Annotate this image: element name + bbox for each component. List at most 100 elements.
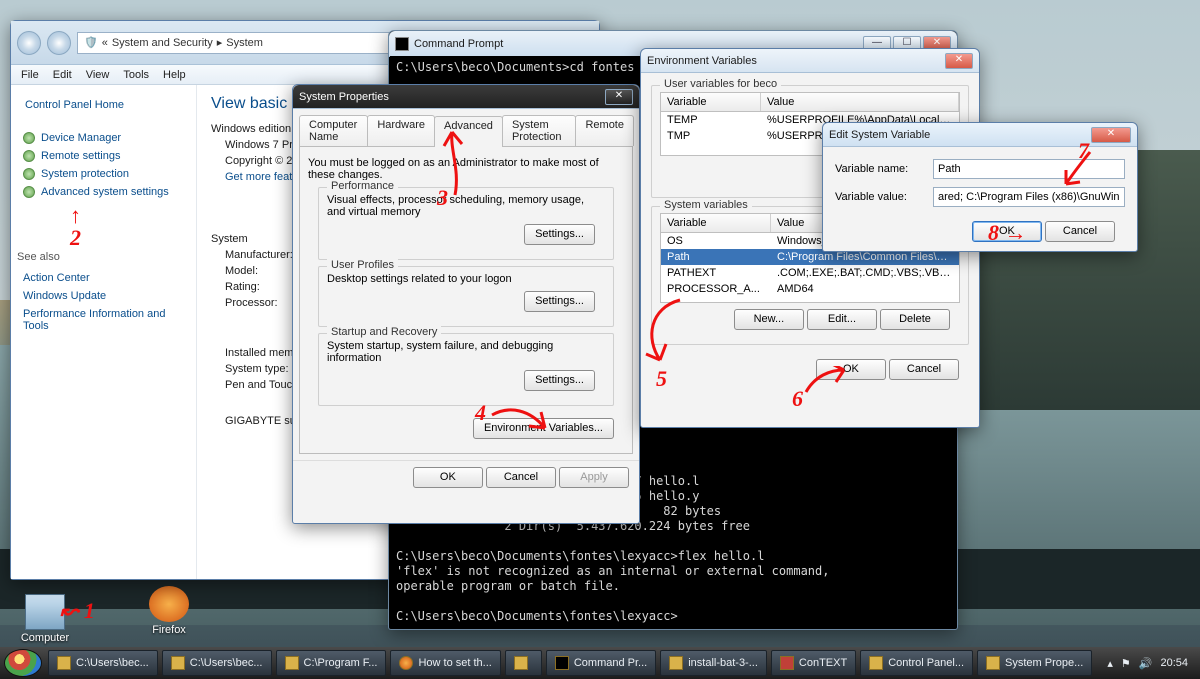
col-variable[interactable]: Variable [661, 214, 771, 232]
taskbar-app-icon [171, 656, 185, 670]
window-title: System Properties [299, 91, 605, 103]
breadcrumb-item[interactable]: System [226, 37, 263, 49]
nav-back-button[interactable] [17, 31, 41, 55]
desktop-icon-firefox[interactable]: Firefox [138, 586, 200, 636]
variable-name-label: Variable name: [835, 163, 925, 175]
taskbar-app-icon [399, 656, 413, 670]
group-legend: User variables for beco [660, 78, 781, 90]
sys-new-button[interactable]: New... [734, 309, 804, 330]
system-tray[interactable]: ▴ ⚑ 🔊 20:54 [1099, 657, 1196, 670]
tab-remote[interactable]: Remote [575, 115, 634, 146]
see-also-windows-update[interactable]: Windows Update [17, 287, 190, 305]
apply-button[interactable]: Apply [559, 467, 629, 488]
cancel-button[interactable]: Cancel [889, 359, 959, 380]
start-button[interactable] [4, 649, 42, 677]
taskbar-button[interactable]: C:\Users\bec... [162, 650, 272, 676]
menu-help[interactable]: Help [163, 69, 186, 81]
ok-button[interactable]: OK [816, 359, 886, 380]
group-text: Visual effects, processor scheduling, me… [327, 194, 605, 218]
group-legend: Startup and Recovery [327, 326, 441, 338]
tab-advanced[interactable]: Advanced [434, 116, 503, 147]
taskbar-app-icon [869, 656, 883, 670]
taskbar-button[interactable]: C:\Users\bec... [48, 650, 158, 676]
ok-button[interactable]: OK [972, 221, 1042, 242]
sidebar-home-link[interactable]: Control Panel Home [25, 99, 182, 111]
col-value[interactable]: Value [761, 93, 959, 111]
performance-settings-button[interactable]: Settings... [524, 224, 595, 245]
breadcrumb-item[interactable]: System and Security [112, 37, 213, 49]
shield-icon [23, 132, 35, 144]
desktop-icon-label: Computer [14, 632, 76, 644]
taskbar-button[interactable]: System Prope... [977, 650, 1092, 676]
close-button[interactable]: ✕ [1091, 127, 1131, 143]
taskbar-button[interactable] [505, 650, 542, 676]
sidebar-item-advanced-system-settings[interactable]: Advanced system settings [17, 183, 190, 201]
table-row[interactable]: PATHEXT.COM;.EXE;.BAT;.CMD;.VBS;.VBE;.JS… [661, 265, 959, 281]
startup-settings-button[interactable]: Settings... [524, 370, 595, 391]
taskbar-button[interactable]: Control Panel... [860, 650, 973, 676]
group-text: Desktop settings related to your logon [327, 273, 605, 285]
tray-flag-icon[interactable]: ⚑ [1121, 657, 1131, 670]
list-header: Variable Value [660, 92, 960, 112]
shield-icon: 🛡️ [84, 36, 98, 49]
taskbar-button[interactable]: install-bat-3-... [660, 650, 767, 676]
menu-tools[interactable]: Tools [123, 69, 149, 81]
cancel-button[interactable]: Cancel [486, 467, 556, 488]
sys-delete-button[interactable]: Delete [880, 309, 950, 330]
see-also-heading: See also [17, 251, 190, 263]
group-legend: User Profiles [327, 259, 398, 271]
sidebar-item-device-manager[interactable]: Device Manager [17, 129, 190, 147]
taskbar-app-icon [669, 656, 683, 670]
sys-edit-button[interactable]: Edit... [807, 309, 877, 330]
taskbar-app-icon [986, 656, 1000, 670]
variable-value-label: Variable value: [835, 191, 925, 203]
variable-name-input[interactable] [933, 159, 1125, 179]
menu-view[interactable]: View [86, 69, 110, 81]
shield-icon [23, 150, 35, 162]
desktop-icon-label: Firefox [138, 624, 200, 636]
sidebar-item-system-protection[interactable]: System protection [17, 165, 190, 183]
taskbar-app-icon [57, 656, 71, 670]
taskbar-app-icon [780, 656, 794, 670]
close-button[interactable]: ✕ [945, 53, 973, 69]
tray-chevron-icon[interactable]: ▴ [1107, 657, 1113, 670]
admin-hint: You must be logged on as an Administrato… [308, 157, 624, 181]
window-title: Edit System Variable [829, 129, 1091, 141]
close-button[interactable]: ✕ [605, 89, 633, 105]
tab-computer-name[interactable]: Computer Name [299, 115, 368, 146]
variable-value-input[interactable] [933, 187, 1125, 207]
cancel-button[interactable]: Cancel [1045, 221, 1115, 242]
col-variable[interactable]: Variable [661, 93, 761, 111]
nav-forward-button[interactable] [47, 31, 71, 55]
user-profiles-group: User Profiles Desktop settings related t… [318, 266, 614, 327]
taskbar-button[interactable]: Command Pr... [546, 650, 656, 676]
taskbar-clock[interactable]: 20:54 [1160, 657, 1188, 669]
startup-recovery-group: Startup and Recovery System startup, sys… [318, 333, 614, 406]
sidebar: Control Panel Home Device Manager Remote… [11, 85, 197, 579]
taskbar-app-icon [285, 656, 299, 670]
tray-volume-icon[interactable]: 🔊 [1139, 657, 1153, 670]
see-also-action-center[interactable]: Action Center [17, 269, 190, 287]
sidebar-item-remote-settings[interactable]: Remote settings [17, 147, 190, 165]
shield-icon [23, 168, 35, 180]
shield-icon [23, 186, 35, 198]
tab-system-protection[interactable]: System Protection [502, 115, 577, 146]
environment-variables-button[interactable]: Environment Variables... [473, 418, 614, 439]
see-also-performance-info[interactable]: Performance Information and Tools [17, 305, 190, 335]
edit-system-variable-dialog: Edit System Variable ✕ Variable name: Va… [822, 122, 1138, 252]
table-row[interactable]: PROCESSOR_A...AMD64 [661, 281, 959, 297]
ok-button[interactable]: OK [413, 467, 483, 488]
performance-group: Performance Visual effects, processor sc… [318, 187, 614, 260]
cmd-icon [395, 37, 409, 51]
group-legend: Performance [327, 180, 398, 192]
desktop-icon-computer[interactable]: Computer [14, 594, 76, 644]
tab-hardware[interactable]: Hardware [367, 115, 435, 146]
taskbar-button[interactable]: How to set th... [390, 650, 500, 676]
window-title: Environment Variables [647, 55, 945, 67]
firefox-icon [149, 586, 189, 622]
menu-edit[interactable]: Edit [53, 69, 72, 81]
profiles-settings-button[interactable]: Settings... [524, 291, 595, 312]
taskbar-button[interactable]: C:\Program F... [276, 650, 387, 676]
taskbar-button[interactable]: ConTEXT [771, 650, 856, 676]
menu-file[interactable]: File [21, 69, 39, 81]
